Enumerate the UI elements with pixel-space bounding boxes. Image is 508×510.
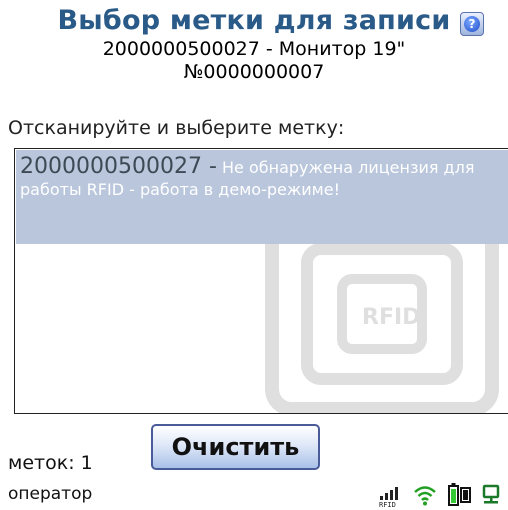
network-icon: [482, 484, 500, 504]
item-line: 2000000500027 - Монитор 19": [102, 38, 406, 60]
battery-icon: [448, 483, 471, 506]
user-role: оператор: [8, 484, 93, 504]
doc-number: №0000000007: [183, 61, 325, 83]
tag-code: 2000000500027 -: [20, 154, 217, 179]
rfid-signal-icon: RFID: [379, 487, 398, 508]
svg-text:RFID: RFID: [362, 305, 420, 330]
page-title: Выбор метки для записи: [57, 5, 451, 36]
help-icon[interactable]: ?: [460, 12, 484, 36]
list-item[interactable]: 2000000500027 - Не обнаружена лицензия д…: [16, 150, 508, 244]
svg-text:RFID: RFID: [379, 501, 396, 508]
clear-button[interactable]: Очистить: [151, 424, 320, 470]
scan-prompt: Отсканируйте и выберите метку:: [8, 117, 345, 139]
tag-count: меток: 1: [8, 452, 93, 474]
status-bar: RFID: [378, 482, 508, 508]
wifi-icon: [414, 486, 436, 506]
header: Выбор метки для записи 2000000500027 - М…: [0, 4, 508, 84]
tag-listbox[interactable]: RFID 2000000500027 - Не обнаружена лицен…: [14, 148, 508, 414]
